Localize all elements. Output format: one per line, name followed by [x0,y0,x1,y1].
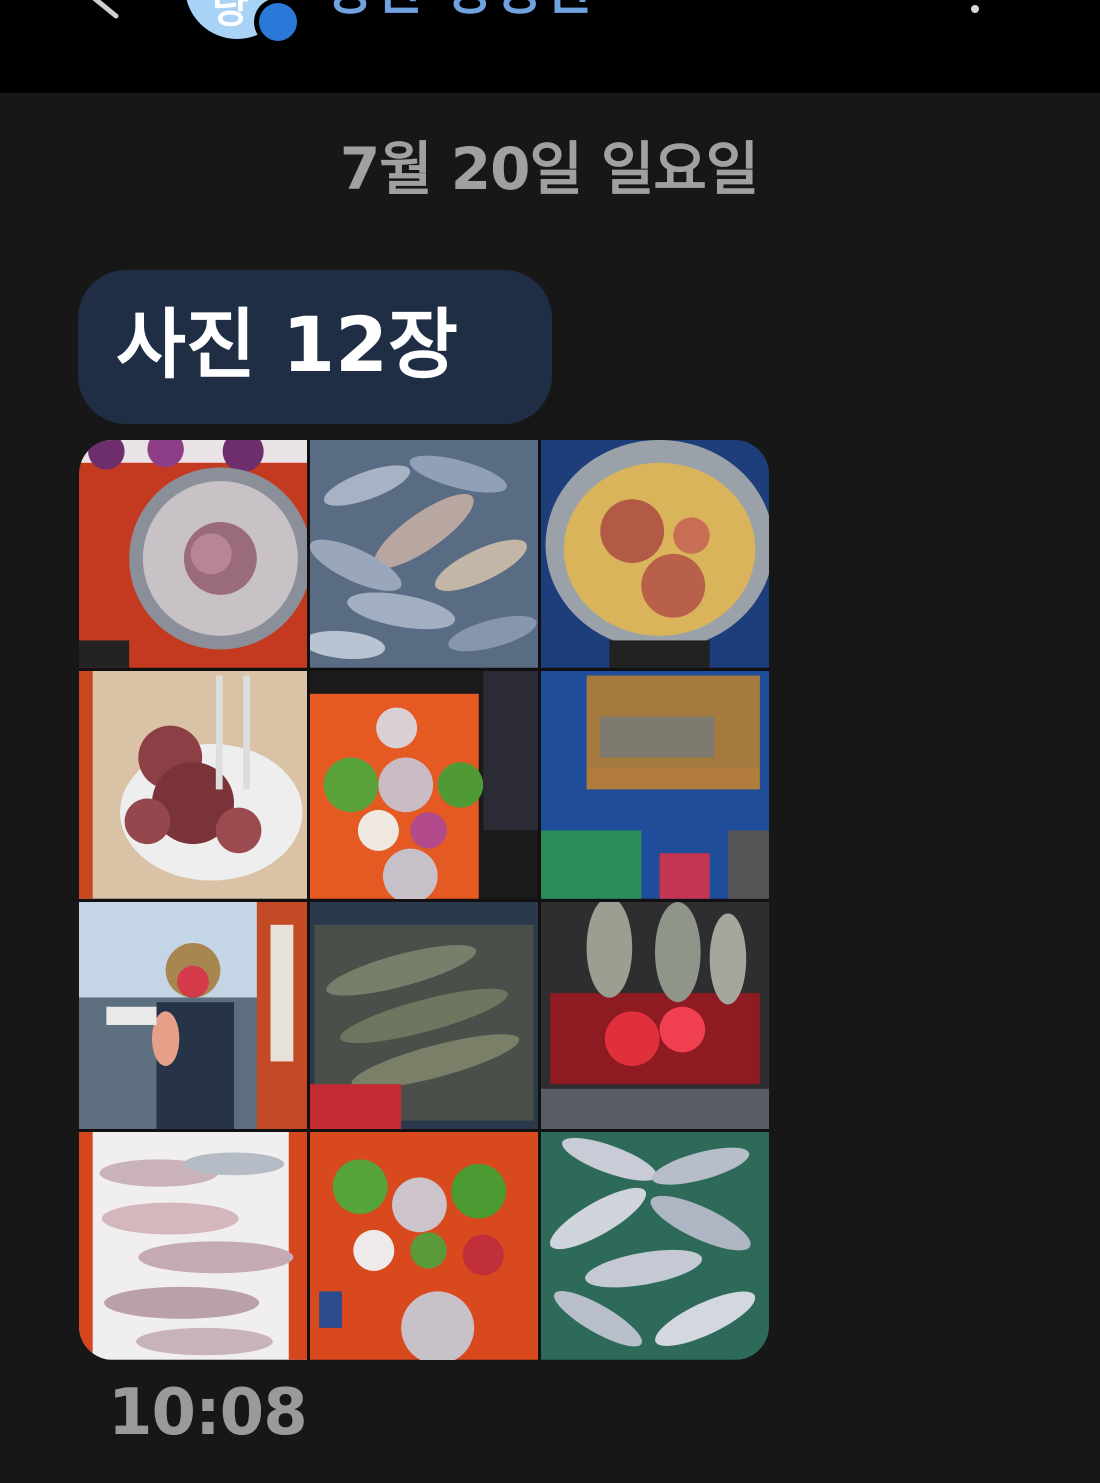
photo-thumbnail[interactable] [541,1132,769,1360]
top-bar: 낭 낭만 낭낭한 [0,0,1100,93]
date-separator: 7월 20일 일요일 [0,122,1100,206]
avatar[interactable]: 낭 [182,0,302,52]
avatar-initial: 낭 [212,0,249,32]
contact-name[interactable]: 낭만 낭낭한 [326,0,595,22]
photo-grid [79,440,769,1360]
photo-thumbnail[interactable] [310,1132,538,1360]
photo-thumbnail[interactable] [541,901,769,1130]
more-vert-icon [971,5,979,13]
back-button[interactable] [80,0,140,40]
photo-count-label: 사진 12장 [116,300,458,389]
back-arrow-icon [92,0,119,19]
photo-thumbnail[interactable] [79,1132,307,1360]
message-bubble[interactable]: 사진 12장 [78,270,552,424]
photo-thumbnail[interactable] [541,440,769,668]
photo-thumbnail[interactable] [310,901,538,1130]
date-label: 7월 20일 일요일 [339,135,759,203]
message-timestamp: 10:08 [108,1376,308,1450]
photo-thumbnail[interactable] [79,901,307,1130]
photo-thumbnail[interactable] [541,670,769,899]
more-options-button[interactable] [960,0,990,30]
photo-thumbnail[interactable] [79,440,307,668]
photo-thumbnail[interactable] [79,670,307,899]
photo-thumbnail[interactable] [310,670,538,899]
photo-thumbnail[interactable] [310,440,538,668]
